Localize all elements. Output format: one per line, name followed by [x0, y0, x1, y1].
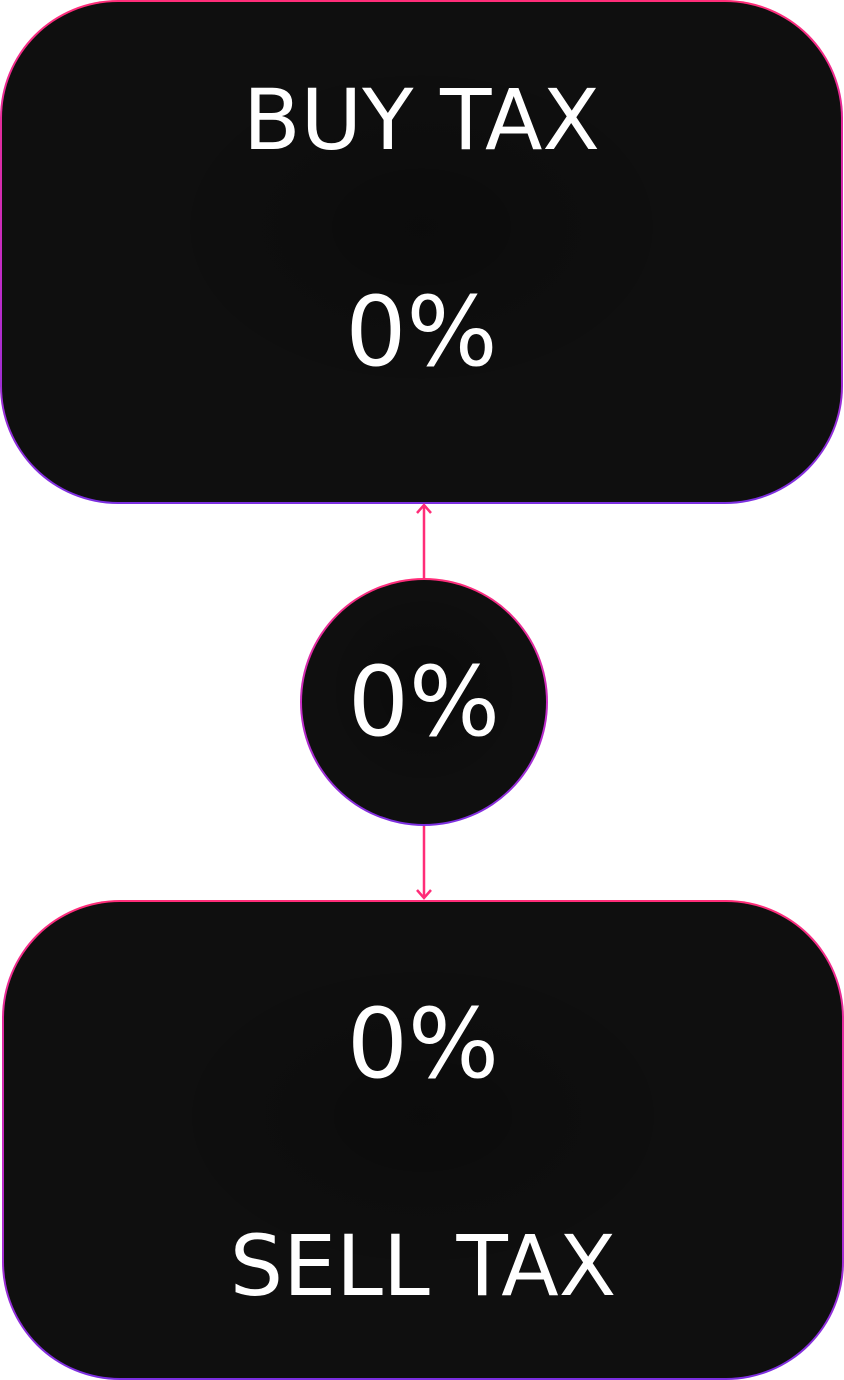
sell-tax-card: 0% SELL TAX: [2, 900, 844, 1380]
sell-tax-value: 0%: [346, 988, 500, 1100]
arrow-up-to-buy-tax: [416, 503, 432, 578]
buy-tax-title: BUY TAX: [243, 71, 600, 169]
buy-tax-card-body: BUY TAX 0%: [2, 2, 841, 502]
arrow-down-to-sell-tax: [416, 826, 432, 900]
buy-tax-value: 0%: [345, 276, 498, 388]
sell-tax-title: SELL TAX: [229, 1217, 617, 1315]
center-tax-circle-body: 0%: [302, 580, 546, 824]
buy-tax-card: BUY TAX 0%: [0, 0, 843, 504]
center-tax-circle: 0%: [300, 578, 548, 826]
sell-tax-card-body: 0% SELL TAX: [4, 902, 842, 1378]
center-tax-value: 0%: [347, 646, 501, 758]
